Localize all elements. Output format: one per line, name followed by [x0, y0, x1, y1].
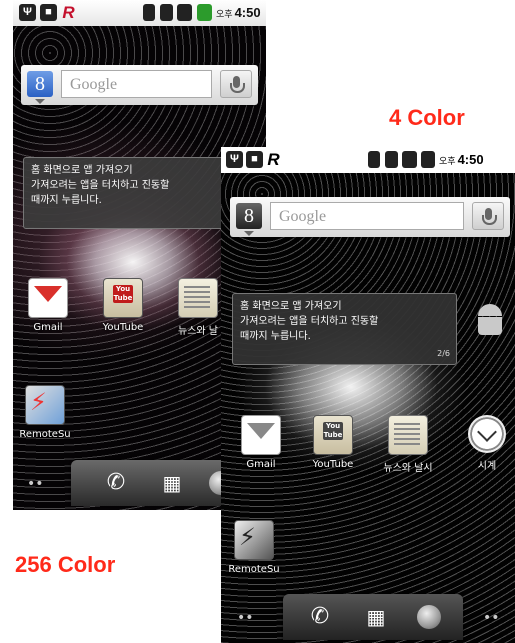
vibrate-icon [160, 4, 173, 21]
news-icon [178, 278, 218, 318]
google-search-widget[interactable]: 8 Google [230, 197, 510, 237]
app-clock[interactable]: 시계 [457, 415, 515, 472]
usb-icon: Ψ [226, 151, 243, 168]
app-label: RemoteSu [19, 429, 71, 440]
gmail-icon [241, 415, 281, 455]
app-gmail[interactable]: Gmail [231, 415, 291, 470]
app-label: RemoteSu [228, 564, 280, 575]
home-hint-tooltip: 홈 화면으로 앱 가져오기 가져오려는 앱을 터치하고 진동할 때까지 누릅니다… [232, 293, 457, 365]
app-drawer-icon[interactable]: ▦ [360, 602, 390, 632]
signal-icon [402, 151, 417, 168]
app-label: Gmail [33, 322, 63, 333]
android-debug-icon: ■ [40, 4, 57, 21]
battery-icon [421, 151, 435, 168]
usb-icon: Ψ [19, 4, 36, 21]
app-label: 뉴스와 날시 [383, 463, 433, 474]
battery-icon [197, 4, 212, 21]
dock: ✆ ▦ [283, 594, 463, 640]
r-app-icon: R [267, 150, 280, 169]
home-hint-tooltip: 홈 화면으로 앱 가져오기 가져오려는 앱을 터치하고 진동할 때까지 누릅니다… [23, 157, 226, 229]
app-drawer-icon[interactable]: ▦ [156, 468, 186, 498]
app-news-weather[interactable]: 뉴스와 날 [168, 278, 228, 337]
page-indicator: 2/6 [437, 349, 450, 358]
status-clock: 오후 4:50 [439, 152, 484, 167]
google-search-widget[interactable]: 8 Google [21, 65, 258, 105]
vibrate-icon [385, 151, 398, 168]
app-gmail[interactable]: Gmail [18, 278, 78, 333]
gmail-icon [28, 278, 68, 318]
caption-256-color: 256 Color [15, 552, 116, 577]
chevron-down-icon [244, 231, 254, 236]
app-news-weather[interactable]: 뉴스와 날시 [378, 415, 438, 474]
phone-icon[interactable]: ✆ [101, 468, 131, 498]
tooltip-line: 때까지 누릅니다. [240, 331, 311, 342]
app-label: Gmail [246, 459, 276, 470]
search-input[interactable]: Google [270, 202, 464, 230]
phone-4-color: Ψ ■ R 오후 4:50 8 Google 홈 화면으로 앱 가져오기 가져오려… [221, 147, 515, 643]
youtube-icon [313, 415, 353, 455]
youtube-icon [103, 278, 143, 318]
app-label: 뉴스와 날 [178, 326, 218, 337]
microphone-icon[interactable] [472, 202, 504, 230]
app-remotesu[interactable]: RemoteSu [224, 520, 284, 575]
app-label: YouTube [312, 459, 354, 470]
news-icon [388, 415, 428, 455]
app-remotesu[interactable]: RemoteSu [15, 385, 75, 440]
microphone-icon[interactable] [220, 70, 252, 98]
status-clock: 오후 4:50 [216, 5, 261, 20]
status-bar: Ψ ■ R 오후 4:50 [221, 147, 515, 173]
page-dots-right[interactable]: •• [483, 610, 500, 626]
app-label: 시계 [477, 461, 497, 472]
sd-card-icon [368, 151, 380, 168]
search-input[interactable]: Google [61, 70, 212, 98]
browser-icon[interactable] [417, 605, 441, 629]
phone-icon[interactable]: ✆ [305, 602, 335, 632]
app-youtube[interactable]: You Tube [303, 415, 363, 470]
status-bar: Ψ ■ R 오후 4:50 [13, 0, 266, 26]
tooltip-line: 가져오려는 앱을 터치하고 진동할 [31, 180, 170, 191]
caption-4-color: 4 Color [389, 105, 465, 130]
tooltip-title: 홈 화면으로 앱 가져오기 [240, 301, 342, 312]
tooltip-line: 가져오려는 앱을 터치하고 진동할 [240, 316, 379, 327]
app-label: YouTube [102, 322, 144, 333]
remote-icon [234, 520, 274, 560]
app-youtube[interactable]: You Tube [93, 278, 153, 333]
sd-card-icon [143, 4, 155, 21]
tooltip-title: 홈 화면으로 앱 가져오기 [31, 165, 133, 176]
tooltip-line: 때까지 누릅니다. [31, 195, 102, 206]
clock-icon [468, 415, 506, 453]
remote-icon [25, 385, 65, 425]
search-engine-button[interactable]: 8 [236, 203, 262, 229]
android-icon [471, 302, 509, 340]
android-debug-icon: ■ [246, 151, 263, 168]
page-dots-left[interactable]: •• [237, 610, 254, 626]
search-engine-button[interactable]: 8 [27, 71, 53, 97]
page-dots-left[interactable]: •• [27, 476, 44, 492]
chevron-down-icon [35, 99, 45, 104]
signal-icon [177, 4, 192, 21]
r-app-icon: R [62, 3, 75, 22]
